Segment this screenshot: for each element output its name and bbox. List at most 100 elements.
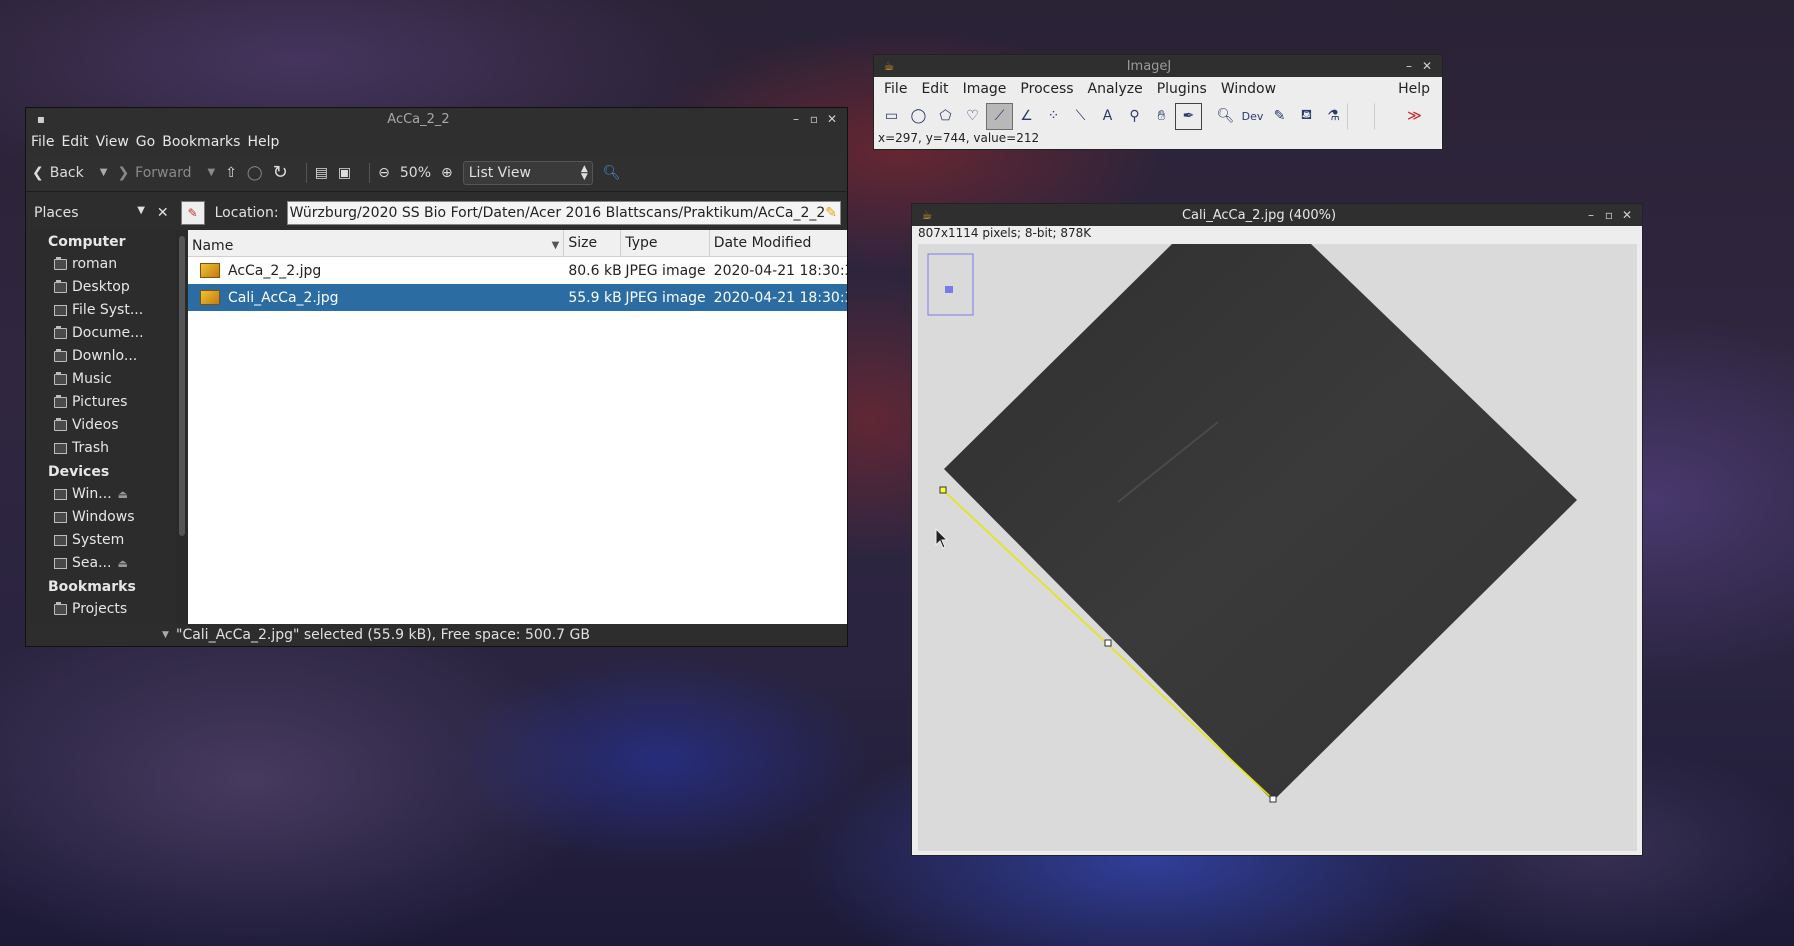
- column-name[interactable]: Name ▼: [188, 230, 565, 256]
- column-type[interactable]: Type: [621, 230, 710, 256]
- imagej-toolbar: ▭ ◯ ⬠ ♡ ⟋ ∠ ⁘ ⟍ A ⚲ ✋︎ ✒ 🔍︎ Dev ✎ ⛾ ⚗ ≫: [874, 101, 1442, 131]
- column-size[interactable]: Size: [564, 230, 622, 256]
- hand-tool-icon[interactable]: ✋︎: [1148, 103, 1175, 130]
- menu-view[interactable]: View: [96, 134, 129, 150]
- sidebar-item-documents[interactable]: Docume...: [26, 322, 176, 345]
- sidebar-item-device-sea[interactable]: Sea... ⏏: [26, 552, 176, 575]
- line-handle-start[interactable]: [939, 486, 947, 494]
- forward-button[interactable]: ❯ Forward ▼: [117, 165, 215, 181]
- image-canvas[interactable]: [918, 244, 1637, 851]
- sidebar-item-device-win[interactable]: Win... ⏏: [26, 483, 176, 506]
- back-button[interactable]: ❮ Back ▼: [32, 165, 107, 181]
- close-button[interactable]: ✕: [1618, 208, 1636, 222]
- ij-menu-plugins[interactable]: Plugins: [1157, 81, 1207, 97]
- rectangle-tool-icon[interactable]: ▭: [878, 103, 905, 130]
- column-date[interactable]: Date Modified: [710, 230, 847, 256]
- image-window-titlebar[interactable]: ☕ Cali_AcCa_2.jpg (400%) – ▫ ✕: [912, 204, 1642, 226]
- folder-icon: ▪: [36, 112, 46, 126]
- point-tool-icon[interactable]: ⁘: [1040, 103, 1067, 130]
- zoom-out-button[interactable]: ⊖: [378, 165, 390, 181]
- folder-icon: [54, 394, 67, 408]
- sidebar-item-device-system[interactable]: System: [26, 529, 176, 552]
- menu-file[interactable]: File: [31, 134, 54, 150]
- magnifier-tool-icon[interactable]: ⚲: [1121, 103, 1148, 130]
- sidebar-item-downloads[interactable]: Downlo...: [26, 345, 176, 368]
- clear-icon[interactable]: ✎: [825, 202, 840, 224]
- polygon-tool-icon[interactable]: ⬠: [932, 103, 959, 130]
- line-handle-end[interactable]: [1269, 795, 1277, 803]
- sidebar-item-videos[interactable]: Videos: [26, 414, 176, 437]
- sidebar-item-desktop[interactable]: Desktop: [26, 276, 176, 299]
- freehand-tool-icon[interactable]: ♡: [959, 103, 986, 130]
- drive-icon: [54, 304, 67, 316]
- imagej-titlebar[interactable]: ☕ ImageJ – ✕: [874, 55, 1442, 77]
- line-tool-icon[interactable]: ⟋: [986, 102, 1013, 130]
- sidebar-scrollbar[interactable]: [176, 230, 188, 626]
- sidebar-close-icon[interactable]: ✕: [157, 205, 169, 221]
- zoom-in-button[interactable]: ⊕: [441, 165, 453, 181]
- sidebar-item-label: Pictures: [72, 394, 128, 410]
- text-tool-icon[interactable]: A: [1094, 103, 1121, 130]
- empty-tool-slot[interactable]: [1347, 102, 1374, 130]
- angle-tool-icon[interactable]: ∠: [1013, 103, 1040, 130]
- sidebar-item-roman[interactable]: roman: [26, 253, 176, 276]
- file-type: JPEG image: [625, 262, 706, 279]
- minimize-button[interactable]: –: [1400, 59, 1418, 73]
- sidebar-item-trash[interactable]: Trash: [26, 437, 176, 460]
- ij-menu-image[interactable]: Image: [963, 81, 1007, 97]
- java-icon: ☕: [883, 59, 895, 73]
- maximize-button[interactable]: ▫: [805, 112, 823, 126]
- minimize-button[interactable]: –: [1582, 208, 1600, 222]
- sidebar-item-projects[interactable]: Projects: [26, 598, 176, 621]
- brush-tool-icon[interactable]: ✎: [1266, 103, 1293, 130]
- developer-menu-tool[interactable]: Dev: [1239, 103, 1266, 130]
- trash-icon: [54, 442, 67, 454]
- line-handle-middle[interactable]: [1104, 639, 1112, 647]
- flood-fill-tool-icon[interactable]: ⛾: [1293, 103, 1320, 130]
- ij-menu-help[interactable]: Help: [1398, 81, 1430, 97]
- reload-button[interactable]: ↻: [273, 162, 288, 183]
- color-picker-tool-icon[interactable]: ✒: [1175, 102, 1202, 130]
- minimize-button[interactable]: –: [787, 112, 805, 126]
- search-button[interactable]: 🔍︎: [603, 165, 621, 181]
- zoom-tool-icon[interactable]: 🔍︎: [1212, 103, 1239, 130]
- table-row[interactable]: AcCa_2_2.jpg 80.6 kB JPEG image 2020-04-…: [188, 257, 847, 284]
- up-button[interactable]: ⇧: [225, 165, 237, 181]
- file-manager-titlebar[interactable]: ▪ AcCa_2_2 – ▫ ✕: [26, 108, 847, 130]
- sidebar-item-pictures[interactable]: Pictures: [26, 391, 176, 414]
- eject-icon[interactable]: ⏏: [118, 488, 128, 501]
- sidebar-item-label: Docume...: [72, 325, 144, 341]
- empty-tool-slot[interactable]: [1374, 102, 1401, 130]
- pipette-tool-icon[interactable]: ⚗: [1320, 103, 1347, 130]
- oval-tool-icon[interactable]: ◯: [905, 103, 932, 130]
- scrollbar-thumb[interactable]: [179, 236, 185, 536]
- ij-menu-file[interactable]: File: [884, 81, 907, 97]
- home-button[interactable]: ▤: [315, 165, 328, 181]
- computer-button[interactable]: ▣: [338, 165, 351, 181]
- maximize-button[interactable]: ▫: [1600, 208, 1618, 222]
- stop-button[interactable]: ◯: [247, 165, 263, 181]
- sidebar-select-icon[interactable]: ▼: [137, 205, 145, 221]
- ij-menu-window[interactable]: Window: [1221, 81, 1276, 97]
- more-tools-icon[interactable]: ≫: [1401, 103, 1428, 130]
- table-row-selected[interactable]: Cali_AcCa_2.jpg 55.9 kB JPEG image 2020-…: [188, 284, 847, 311]
- close-button[interactable]: ✕: [1418, 59, 1436, 73]
- sidebar-item-device-windows[interactable]: Windows: [26, 506, 176, 529]
- eject-icon[interactable]: ⏏: [117, 557, 127, 570]
- ij-menu-process[interactable]: Process: [1020, 81, 1073, 97]
- sidebar-toggle-icon[interactable]: ▼: [162, 630, 169, 640]
- location-input[interactable]: Würzburg/2020 SS Bio Fort/Daten/Acer 201…: [286, 201, 841, 225]
- menu-bookmarks[interactable]: Bookmarks: [162, 134, 240, 150]
- sidebar-item-music[interactable]: Music: [26, 368, 176, 391]
- wand-tool-icon[interactable]: ⟍: [1067, 103, 1094, 130]
- menu-help[interactable]: Help: [247, 134, 279, 150]
- ij-menu-analyze[interactable]: Analyze: [1088, 81, 1143, 97]
- sidebar-item-filesystem[interactable]: File Syst...: [26, 299, 176, 322]
- menu-go[interactable]: Go: [136, 134, 155, 150]
- ij-menu-edit[interactable]: Edit: [921, 81, 948, 97]
- menu-edit[interactable]: Edit: [61, 134, 88, 150]
- view-mode-select[interactable]: List View ▲ ▼: [462, 160, 593, 185]
- close-button[interactable]: ✕: [823, 112, 841, 126]
- zoom-level: 50%: [399, 164, 432, 181]
- edit-location-button[interactable]: ✎: [180, 201, 205, 225]
